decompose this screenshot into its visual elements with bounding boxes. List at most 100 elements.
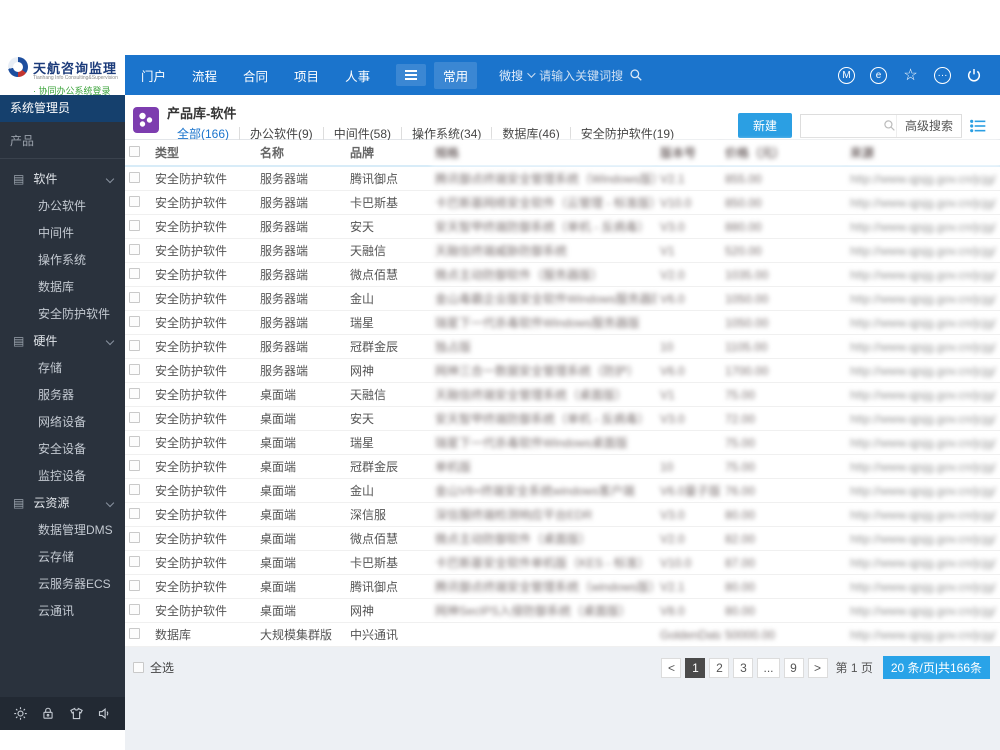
more-options-icon[interactable]: ··· <box>934 66 951 84</box>
page-button[interactable]: 3 <box>733 657 754 678</box>
search-icon[interactable] <box>629 68 643 82</box>
new-button[interactable]: 新建 <box>737 113 792 138</box>
power-logout-icon[interactable] <box>966 67 982 83</box>
cell-brand: 卡巴斯基 <box>346 190 431 215</box>
select-all-header-checkbox[interactable] <box>129 145 140 157</box>
page-button[interactable]: ... <box>757 657 780 678</box>
chevron-down-icon[interactable] <box>527 69 536 78</box>
lock-icon[interactable] <box>41 706 55 721</box>
favorites-star-icon[interactable]: ☆ <box>902 67 919 84</box>
apps-menu-button[interactable] <box>396 63 427 87</box>
row-checkbox[interactable] <box>129 459 140 471</box>
col-version[interactable]: 版本号 <box>656 140 721 167</box>
sidebar-item[interactable]: ▤ 中间件 <box>0 219 125 246</box>
nav-item[interactable]: 人事 <box>345 66 370 85</box>
nav-item[interactable]: 合同 <box>243 66 268 85</box>
m-badge-icon[interactable]: M <box>838 66 855 84</box>
table-row[interactable]: 安全防护软件 桌面端 瑞星 瑞星下一代杀毒软件Windows桌面版 75.00 … <box>125 430 1000 455</box>
sidebar-item[interactable]: ▤ 软件 <box>0 165 125 192</box>
row-checkbox[interactable] <box>129 315 140 327</box>
table-row[interactable]: 安全防护软件 服务器端 冠群金辰 独占版 10 1105.00 http://w… <box>125 334 1000 359</box>
table-row[interactable]: 安全防护软件 桌面端 深信服 深信服终端检测响应平台EDR V3.0 80.00… <box>125 502 1000 527</box>
row-checkbox[interactable] <box>129 387 140 399</box>
col-price[interactable]: 价格（元） <box>721 140 846 167</box>
sidebar-item[interactable]: ▤ 数据管理DMS <box>0 516 125 543</box>
row-checkbox[interactable] <box>129 435 140 447</box>
row-checkbox[interactable] <box>129 579 140 591</box>
page-button[interactable]: 1 <box>685 657 706 678</box>
search-icon[interactable] <box>883 119 896 132</box>
sidebar-item[interactable]: ▤ 云资源 <box>0 489 125 516</box>
search-engine-label[interactable]: 微搜 <box>499 67 523 84</box>
row-checkbox[interactable] <box>129 171 140 183</box>
table-row[interactable]: 安全防护软件 桌面端 卡巴斯基 卡巴斯基安全软件单机版（KES - 标准） V1… <box>125 550 1000 575</box>
page-button[interactable]: < <box>661 657 682 678</box>
row-checkbox[interactable] <box>129 267 140 279</box>
row-checkbox[interactable] <box>129 411 140 423</box>
table-row[interactable]: 安全防护软件 桌面端 微点佰慧 微点主动防御软件（桌面版） V2.0 82.00… <box>125 526 1000 551</box>
row-checkbox[interactable] <box>129 555 140 567</box>
sidebar-item[interactable]: ▤ 数据库 <box>0 273 125 300</box>
nav-item[interactable]: 流程 <box>192 66 217 85</box>
message-icon[interactable]: e <box>870 66 887 84</box>
select-all-checkbox[interactable] <box>133 662 144 673</box>
sidebar-item[interactable]: ▤ 网络设备 <box>0 408 125 435</box>
page-button[interactable]: 9 <box>783 657 804 678</box>
sidebar-item[interactable]: ▤ 云服务器ECS <box>0 570 125 597</box>
table-row[interactable]: 安全防护软件 桌面端 冠群金辰 单机版 10 75.00 http://www.… <box>125 454 1000 479</box>
sidebar-item[interactable]: ▤ 服务器 <box>0 381 125 408</box>
row-checkbox[interactable] <box>129 291 140 303</box>
row-checkbox[interactable] <box>129 363 140 375</box>
table-row[interactable]: 安全防护软件 服务器端 卡巴斯基 卡巴斯基网络安全软件（云管理 - 标准版） V… <box>125 190 1000 215</box>
col-spec[interactable]: 规格 <box>431 140 656 167</box>
table-row[interactable]: 安全防护软件 桌面端 安天 安天智甲终端防御系统（单机 - 反病毒） V3.0 … <box>125 406 1000 431</box>
table-search-input[interactable] <box>800 114 883 137</box>
common-menu-button[interactable]: 常用 <box>434 61 478 89</box>
table-row[interactable]: 安全防护软件 服务器端 安天 安天智甲终端防御系统（单机 - 反病毒） V3.0… <box>125 214 1000 239</box>
sidebar-item[interactable]: ▤ 硬件 <box>0 327 125 354</box>
sidebar-item[interactable]: ▤ 安全设备 <box>0 435 125 462</box>
row-checkbox[interactable] <box>129 243 140 255</box>
sidebar-item[interactable]: ▤ 监控设备 <box>0 462 125 489</box>
sidebar-item[interactable]: ▤ 安全防护软件 <box>0 300 125 327</box>
col-name[interactable]: 名称 <box>256 140 346 167</box>
sidebar-item[interactable]: ▤ 办公软件 <box>0 192 125 219</box>
col-type[interactable]: 类型 <box>151 140 256 167</box>
table-row[interactable]: 安全防护软件 桌面端 网神 网神SecIPS入侵防御系统（桌面版） V8.0 8… <box>125 598 1000 623</box>
sound-speaker-icon[interactable] <box>97 706 112 721</box>
page-button[interactable]: 2 <box>709 657 730 678</box>
sidebar-item[interactable]: ▤ 云通讯 <box>0 597 125 624</box>
table-row[interactable]: 安全防护软件 桌面端 腾讯御点 腾讯御点终端安全管理系统（windows版）/ … <box>125 574 1000 599</box>
advanced-search-button[interactable]: 高级搜索 <box>895 114 961 137</box>
table-row[interactable]: 安全防护软件 服务器端 金山 金山毒霸企业版安全软件Windows服务器版 V6… <box>125 286 1000 311</box>
col-source[interactable]: 来源 <box>846 140 1000 167</box>
list-view-icon[interactable] <box>970 119 986 133</box>
nav-item[interactable]: 门户 <box>141 66 166 85</box>
page-button[interactable]: > <box>807 657 828 678</box>
table-row[interactable]: 安全防护软件 桌面端 金山 金山V8+终端安全系统windows客户端 V6.0… <box>125 478 1000 503</box>
sidebar-item[interactable]: ▤ 云存储 <box>0 543 125 570</box>
table-row[interactable]: 安全防护软件 服务器端 天融信 天融信终端威胁防御系统 V1 520.00 ht… <box>125 238 1000 263</box>
nav-item[interactable]: 项目 <box>294 66 319 85</box>
row-checkbox[interactable] <box>129 627 140 639</box>
settings-gear-icon[interactable] <box>13 706 28 721</box>
row-checkbox[interactable] <box>129 531 140 543</box>
search-input[interactable]: 请输入关键词搜 <box>539 67 623 84</box>
row-checkbox[interactable] <box>129 219 140 231</box>
row-checkbox[interactable] <box>129 195 140 207</box>
col-brand[interactable]: 品牌 <box>346 140 431 167</box>
row-checkbox[interactable] <box>129 603 140 615</box>
table-row[interactable]: 安全防护软件 服务器端 瑞星 瑞星下一代杀毒软件Windows服务器版 1050… <box>125 310 1000 335</box>
row-checkbox[interactable] <box>129 483 140 495</box>
theme-shirt-icon[interactable] <box>69 706 84 721</box>
row-checkbox[interactable] <box>129 507 140 519</box>
sidebar-item[interactable]: ▤ 操作系统 <box>0 246 125 273</box>
table-row[interactable]: 安全防护软件 桌面端 天融信 天融信终端安全管理系统（桌面版） V1 75.00… <box>125 382 1000 407</box>
table-row[interactable]: 安全防护软件 服务器端 微点佰慧 微点主动防御软件（服务器版） V2.0 103… <box>125 262 1000 287</box>
per-page-badge[interactable]: 20 条/页|共166条 <box>882 656 990 679</box>
table-row[interactable]: 安全防护软件 服务器端 腾讯御点 腾讯御点终端安全管理系统（Windows版） … <box>125 166 1000 191</box>
row-checkbox[interactable] <box>129 339 140 351</box>
table-row[interactable]: 安全防护软件 服务器端 网神 网神三合一数据安全管理系统（防护） V6.0 17… <box>125 358 1000 383</box>
table-row[interactable]: 数据库 大规模集群版 中兴通讯 GoldenData s... 50000.00… <box>125 622 1000 647</box>
sidebar-item[interactable]: ▤ 存储 <box>0 354 125 381</box>
